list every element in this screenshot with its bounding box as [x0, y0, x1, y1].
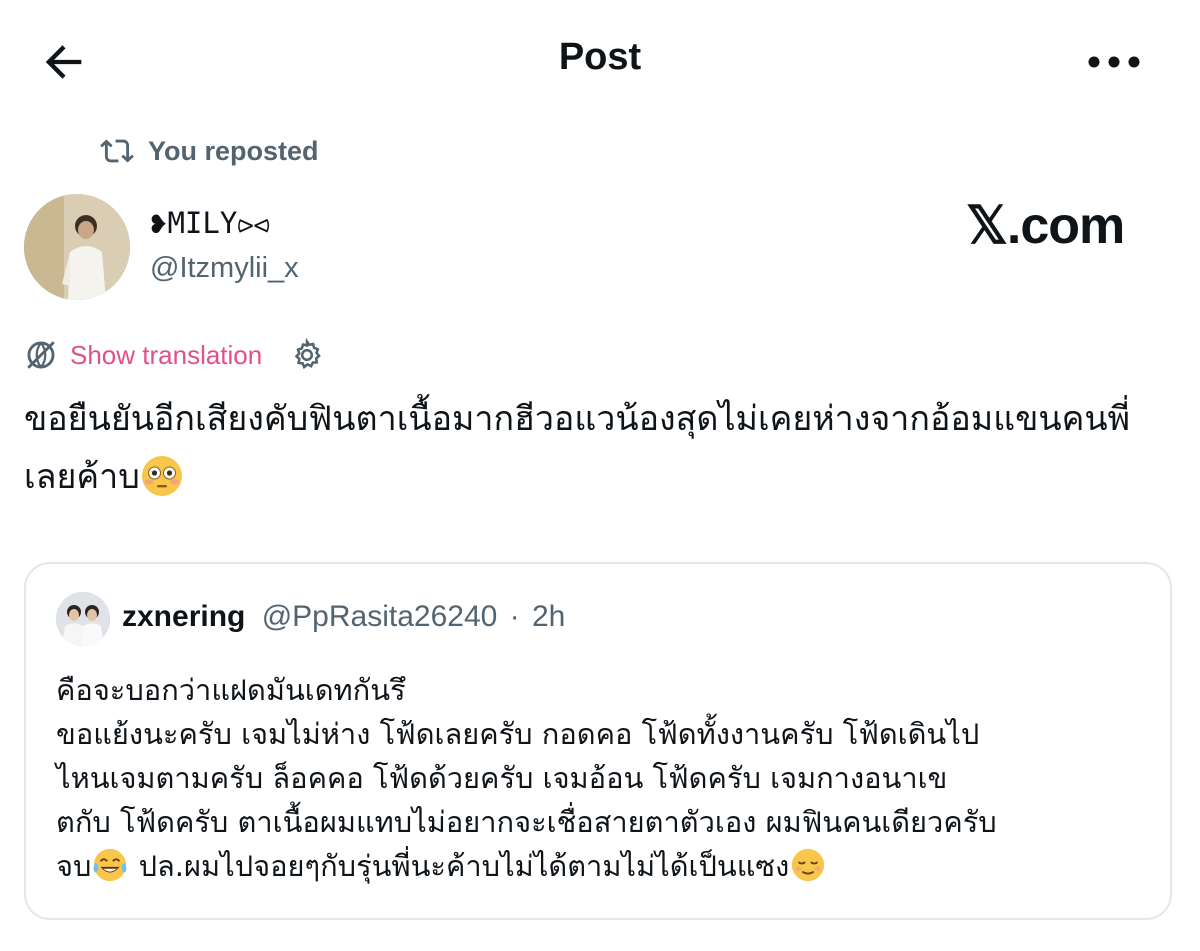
- quoted-text-segment: ปล.ผมไปจอยๆกับรุ่นพี่นะค้าบไม่ได้ตามไม่ไ…: [129, 849, 790, 883]
- quoted-author-avatar[interactable]: [56, 592, 110, 646]
- quoted-text-line: ตกับ โฟ้ดครับ ตาเนื้อผมแทบไม่อยากจะเชื่อ…: [56, 805, 997, 839]
- quoted-text-line: ขอแย้งนะครับ เจมไม่ห่าง โฟ้ดเลยครับ กอดค…: [56, 717, 980, 751]
- quoted-post-text: คือจะบอกว่าแฝดมันเดทกันรึ ขอแย้งนะครับ เ…: [56, 668, 1156, 888]
- quoted-text-segment: จบ: [56, 849, 92, 883]
- flushed-face-emoji-icon: [141, 456, 182, 496]
- quoted-text-line-last: จบ ปล.ผมไปจอยๆกับรุ่นพี่นะค้าบไม่ได้ตามไ…: [56, 844, 1156, 888]
- quoted-post-card[interactable]: zxnering @PpRasita26240 · 2h คือจะบอกว่า…: [24, 562, 1172, 920]
- quoted-author-handle[interactable]: @PpRasita26240: [262, 600, 498, 633]
- site-watermark: 𝕏.com: [966, 197, 1125, 255]
- repost-label: You reposted: [148, 135, 319, 166]
- more-options-button[interactable]: [1084, 50, 1144, 74]
- more-horizontal-icon: [1088, 56, 1140, 68]
- repost-icon: [100, 139, 134, 163]
- quoted-author-name[interactable]: zxnering: [122, 600, 245, 633]
- quoted-avatar-photo: [56, 592, 110, 646]
- translation-row: Show translation: [24, 338, 324, 372]
- meta-separator: ·: [509, 600, 520, 633]
- quoted-text-line: คือจะบอกว่าแฝดมันเดทกันรึ: [56, 673, 406, 707]
- avatar-photo: [24, 194, 130, 300]
- relieved-face-emoji-icon: [792, 848, 825, 882]
- author-avatar[interactable]: [24, 194, 130, 300]
- quoted-post-time[interactable]: 2h: [532, 600, 565, 633]
- author-handle[interactable]: @Itzmylii_x: [150, 252, 299, 285]
- page-title: Post: [558, 36, 642, 78]
- quoted-post-header: zxnering @PpRasita26240 · 2h: [122, 600, 565, 634]
- tears-of-joy-emoji-icon: [93, 848, 127, 882]
- quoted-text-line: ไหนเจมตามครับ ล็อคคอ โฟ้ดด้วยครับ เจมอ้อ…: [56, 761, 948, 795]
- post-body: ขอยืนยันอีกเสียงคับฟินตาเนื้อมากฮีวอแวน้…: [24, 390, 1164, 506]
- author-display-name[interactable]: ❥MILY⪧⪦: [150, 206, 270, 241]
- show-translation-link[interactable]: Show translation: [70, 340, 262, 371]
- gear-icon[interactable]: [290, 338, 324, 372]
- post-text: ขอยืนยันอีกเสียงคับฟินตาเนื้อมากฮีวอแวน้…: [24, 399, 1130, 497]
- repost-indicator[interactable]: You reposted: [100, 134, 319, 168]
- post-page: Post You reposted ❥MILY⪧⪦ @Itzmylii_x 𝕏.…: [0, 0, 1200, 951]
- translate-globe-icon: [27, 341, 55, 369]
